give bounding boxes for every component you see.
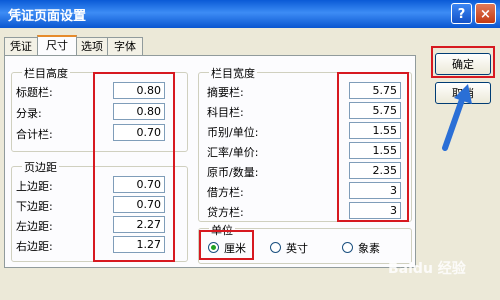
rate-price-col-label: 汇率/单价: xyxy=(207,146,259,159)
right-margin-label: 右边距: xyxy=(16,240,53,253)
unit-pixel-label[interactable]: 象素 xyxy=(358,240,380,256)
title-bar: 凭证页面设置 ? × xyxy=(0,0,500,28)
watermark: Baidu 经验 xyxy=(388,261,466,277)
original-qty-col-label: 原币/数量: xyxy=(207,166,259,179)
column-width-group-title: 栏目宽度 xyxy=(209,65,257,81)
annotation-box-unit-cm xyxy=(199,230,254,260)
row-height-group-title: 栏目高度 xyxy=(22,65,70,81)
annotation-box-ok xyxy=(431,46,495,78)
title-row-label: 标题栏: xyxy=(16,86,53,99)
currency-unit-col-label: 币别/单位: xyxy=(207,126,259,139)
window-title: 凭证页面设置 xyxy=(8,9,87,24)
tab-options[interactable]: 选项 xyxy=(76,37,108,55)
annotation-box-right-values xyxy=(337,72,409,222)
annotation-arrow-icon xyxy=(442,84,472,151)
top-margin-label: 上边距: xyxy=(16,180,53,193)
annotation-box-left-values xyxy=(93,72,175,262)
bottom-margin-label: 下边距: xyxy=(16,200,53,213)
unit-inch-label[interactable]: 英寸 xyxy=(286,240,308,256)
total-row-label: 合计栏: xyxy=(16,128,53,141)
unit-inch-radio[interactable] xyxy=(270,242,281,253)
summary-col-label: 摘要栏: xyxy=(207,86,244,99)
dialog-window: 凭证页面设置 ? × 凭证 尺寸 选项 字体 栏目高度 标题栏: 分录: 合计栏… xyxy=(0,0,500,300)
margins-group-title: 页边距 xyxy=(22,159,59,175)
help-button[interactable]: ? xyxy=(451,3,472,24)
left-margin-label: 左边距: xyxy=(16,220,53,233)
close-button[interactable]: × xyxy=(475,3,496,24)
account-col-label: 科目栏: xyxy=(207,106,244,119)
credit-col-label: 贷方栏: xyxy=(207,206,244,219)
tab-voucher[interactable]: 凭证 xyxy=(4,37,38,55)
tab-size[interactable]: 尺寸 xyxy=(37,35,77,56)
entry-row-label: 分录: xyxy=(16,107,42,120)
unit-pixel-radio[interactable] xyxy=(342,242,353,253)
debit-col-label: 借方栏: xyxy=(207,186,244,199)
tab-font[interactable]: 字体 xyxy=(107,37,143,55)
